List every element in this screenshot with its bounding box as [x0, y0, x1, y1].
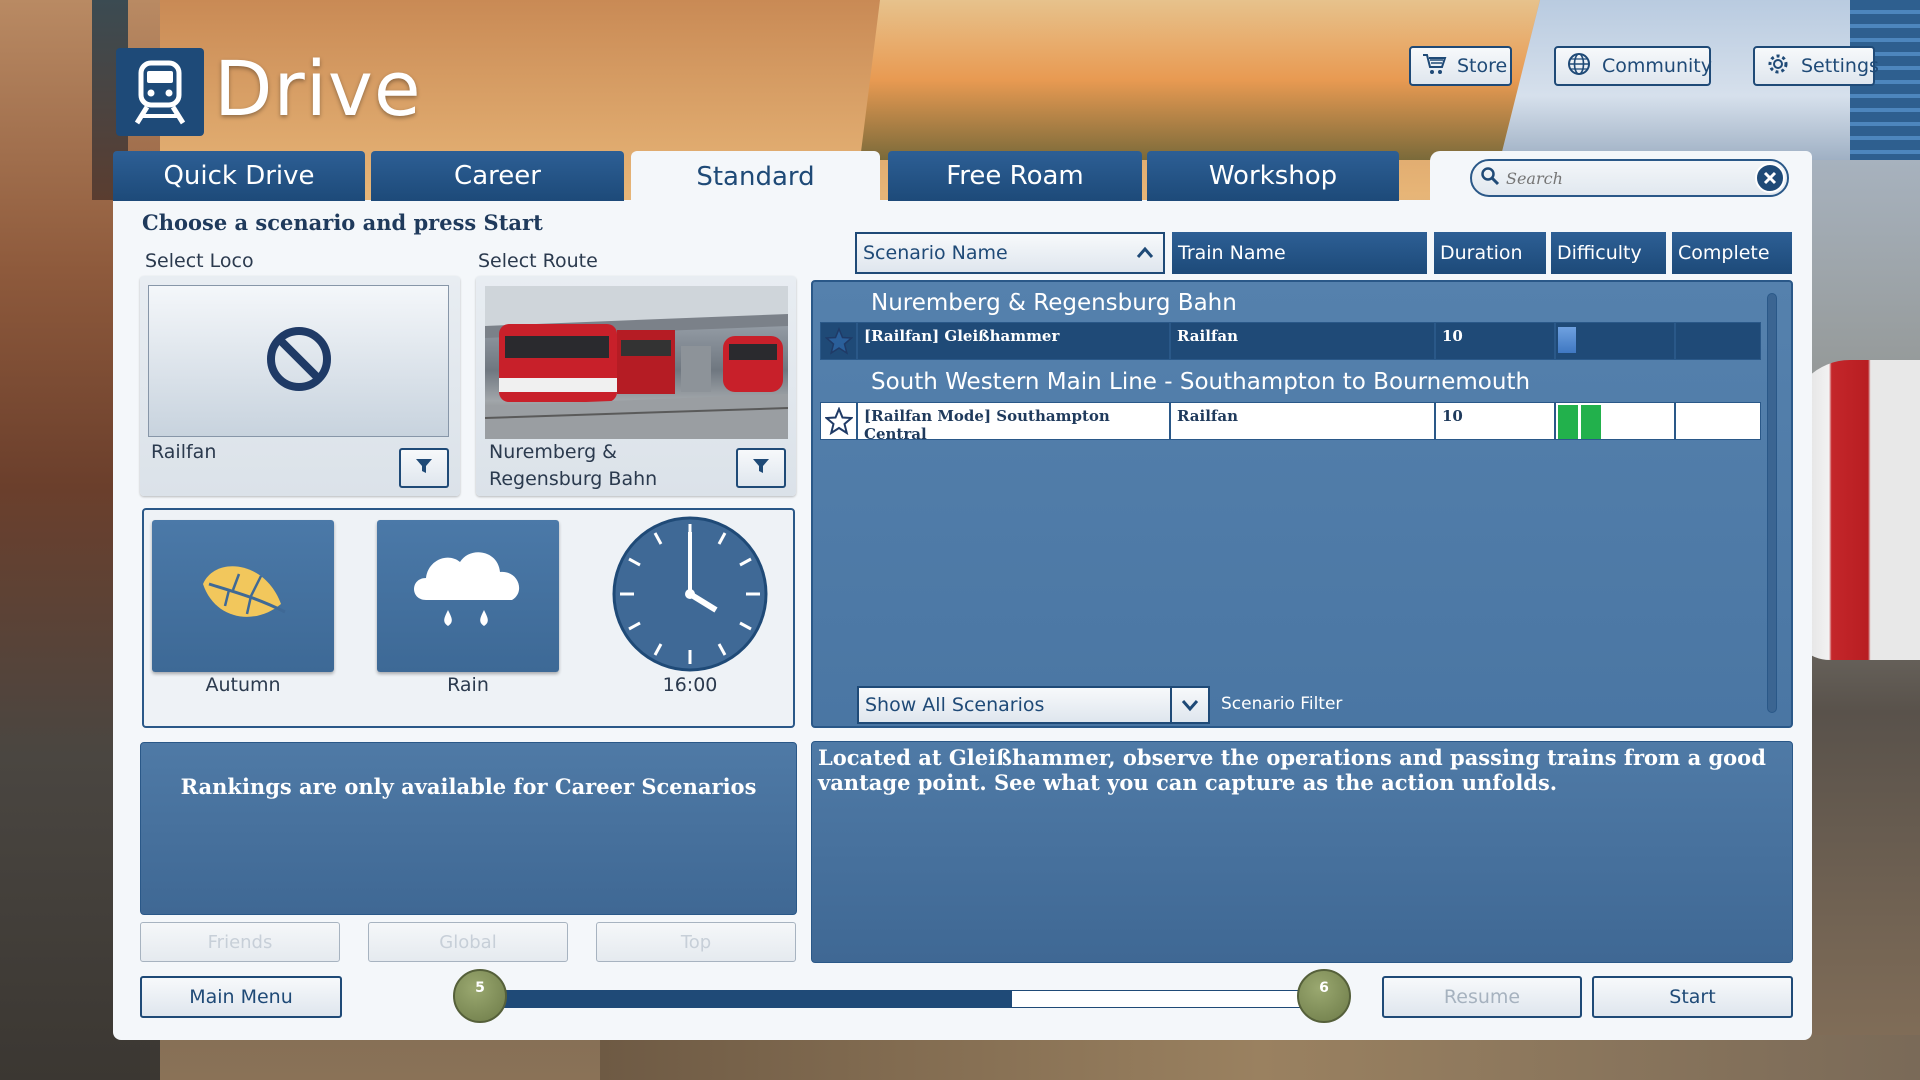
chevron-up-icon	[1135, 243, 1155, 268]
community-label: Community	[1602, 55, 1712, 77]
rain-cloud-icon	[406, 544, 530, 648]
search-icon	[1480, 166, 1500, 190]
select-route-label: Select Route	[478, 250, 598, 272]
panel-title: Choose a scenario and press Start	[142, 210, 543, 235]
scenario-name-cell: [Railfan Mode] Southampton Central	[857, 402, 1170, 443]
complete-cell	[1675, 402, 1761, 440]
scenario-filter-value: Show All Scenarios	[865, 694, 1045, 716]
start-button[interactable]: Start	[1592, 976, 1793, 1018]
current-level-badge: 5	[453, 969, 507, 1023]
time-label: 16:00	[662, 674, 718, 696]
tab-quick-drive[interactable]: Quick Drive	[113, 151, 365, 201]
resume-button[interactable]: Resume	[1382, 976, 1582, 1018]
close-icon[interactable]	[1755, 163, 1785, 193]
global-button[interactable]: Global	[368, 922, 568, 962]
season-label: Autumn	[205, 674, 281, 696]
route-image[interactable]	[485, 286, 788, 439]
top-button[interactable]: Top	[596, 922, 796, 962]
route-group-title: Nuremberg & Regensburg Bahn	[871, 290, 1237, 316]
difficulty-bar	[1581, 405, 1601, 439]
store-label: Store	[1457, 55, 1508, 77]
tab-career[interactable]: Career	[371, 151, 624, 201]
difficulty-cell	[1555, 322, 1675, 360]
difficulty-bar	[1558, 405, 1578, 439]
gear-icon	[1765, 51, 1791, 82]
complete-cell	[1675, 322, 1761, 360]
weather-label: Rain	[447, 674, 489, 696]
column-difficulty[interactable]: Difficulty	[1551, 232, 1666, 274]
scenario-description: Located at Gleißhammer, observe the oper…	[818, 745, 1766, 795]
train-name-cell: Railfan	[1170, 322, 1435, 360]
clock-icon	[612, 516, 768, 676]
cart-icon	[1421, 51, 1447, 82]
column-scenario-name-label: Scenario Name	[863, 242, 1008, 264]
duration-cell: 10	[1435, 402, 1555, 440]
search-field[interactable]	[1470, 159, 1789, 197]
tab-free-roam[interactable]: Free Roam	[888, 151, 1142, 201]
column-complete[interactable]: Complete	[1672, 232, 1792, 274]
scenario-filter-dropdown[interactable]: Show All Scenarios	[857, 686, 1210, 724]
level-progress-bar	[496, 990, 1316, 1008]
chevron-down-icon[interactable]	[1170, 686, 1210, 724]
friends-button[interactable]: Friends	[140, 922, 340, 962]
settings-button[interactable]: Settings	[1753, 46, 1879, 86]
no-entry-icon	[264, 324, 334, 398]
scenario-filter-label: Scenario Filter	[1221, 694, 1343, 714]
tab-standard[interactable]: Standard	[631, 151, 880, 203]
train-name-cell: Railfan	[1170, 402, 1435, 440]
main-menu-button[interactable]: Main Menu	[140, 976, 342, 1018]
leaf-icon	[195, 554, 291, 638]
time-selector[interactable]	[599, 516, 781, 672]
favorite-star-icon[interactable]	[820, 322, 857, 360]
weather-selector[interactable]	[377, 520, 559, 672]
column-scenario-name[interactable]: Scenario Name	[855, 232, 1165, 274]
filter-icon	[414, 456, 434, 480]
list-scrollbar[interactable]	[1767, 293, 1777, 713]
difficulty-cell	[1555, 402, 1675, 440]
favorite-star-icon[interactable]	[820, 402, 857, 440]
scenario-name-cell: [Railfan] Gleißhammer	[857, 322, 1170, 360]
route-group-title: South Western Main Line - Southampton to…	[871, 369, 1531, 395]
route-name: Nuremberg & Regensburg Bahn	[489, 441, 658, 490]
store-button[interactable]: Store	[1409, 46, 1512, 86]
filter-icon	[751, 456, 771, 480]
level-progress-fill	[497, 991, 1013, 1007]
rankings-panel	[140, 742, 797, 915]
next-level-badge: 6	[1297, 969, 1351, 1023]
select-loco-label: Select Loco	[145, 250, 254, 272]
search-input[interactable]	[1506, 168, 1746, 188]
duration-cell: 10	[1435, 322, 1555, 360]
globe-icon	[1566, 51, 1592, 82]
tab-workshop[interactable]: Workshop	[1147, 151, 1399, 201]
settings-label: Settings	[1801, 55, 1879, 77]
loco-image[interactable]	[148, 285, 449, 437]
background-bottom-scenery	[600, 1035, 1920, 1080]
column-duration[interactable]: Duration	[1434, 232, 1546, 274]
route-filter-button[interactable]	[736, 448, 786, 488]
rankings-message: Rankings are only available for Career S…	[180, 774, 757, 799]
column-train-name[interactable]: Train Name	[1172, 232, 1427, 274]
difficulty-bar	[1558, 327, 1576, 353]
app-title: Drive	[214, 44, 422, 133]
community-button[interactable]: Community	[1554, 46, 1712, 86]
loco-name: Railfan	[151, 441, 217, 463]
season-selector[interactable]	[152, 520, 334, 672]
loco-filter-button[interactable]	[399, 448, 449, 488]
train-logo-icon	[116, 48, 204, 136]
